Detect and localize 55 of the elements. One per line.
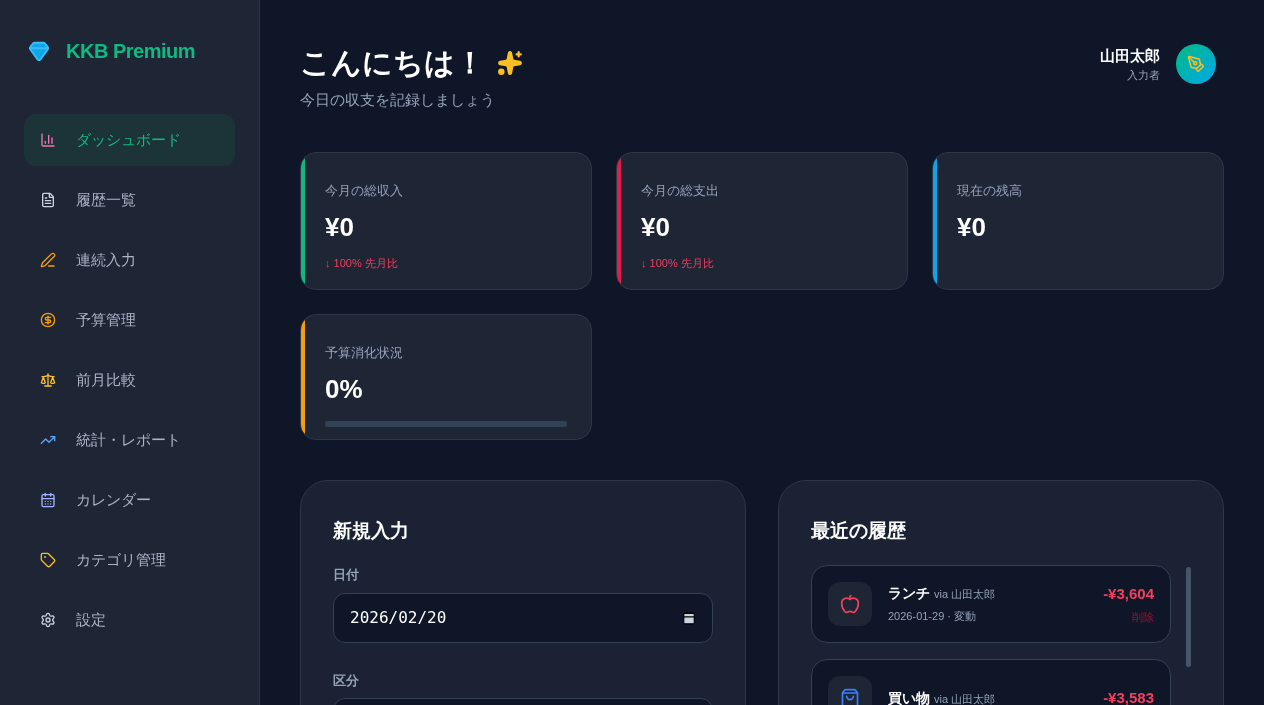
sidebar-item[interactable]: 前月比較 (24, 354, 235, 406)
entry-meta: 2026-01-29 · 変動 (888, 609, 978, 625)
settings-icon (40, 612, 56, 628)
greeting-subtitle: 今日の収支を記録しましょう (300, 90, 496, 110)
sidebar-item[interactable]: 統計・レポート (24, 414, 235, 466)
sidebar-item[interactable]: 連続入力 (24, 234, 235, 286)
sidebar-item[interactable]: カレンダー (24, 474, 235, 526)
pen-icon (1187, 55, 1205, 73)
sidebar-item[interactable]: 予算管理 (24, 294, 235, 346)
history-row[interactable]: ランチ via 山田太郎 2026-01-29 · 変動 -¥3,604 削除 (811, 565, 1171, 643)
document-icon (40, 192, 56, 208)
bar-chart-icon (40, 132, 56, 148)
apple-icon (840, 594, 860, 614)
entry-author: via 山田太郎 (934, 691, 996, 705)
stat-label: 予算消化状況 (325, 343, 404, 362)
date-field[interactable]: 2026/02/20 (333, 592, 713, 643)
greeting-title: こんにちは！ (300, 45, 485, 81)
calendar-icon (40, 492, 56, 508)
user-role: 入力者 (1127, 68, 1160, 83)
sidebar-item[interactable]: カテゴリ管理 (24, 534, 235, 586)
brand-name: KKB Premium (66, 39, 195, 64)
trend-text: ↓ 100% 先月比 (325, 256, 399, 271)
stat-value: ¥0 (957, 211, 987, 244)
entry-name: 買い物 (888, 688, 930, 705)
sidebar-item[interactable]: 履歴一覧 (24, 174, 235, 226)
field-label: 区分 (333, 671, 360, 690)
shopping-bag-icon (840, 688, 860, 705)
stat-value: ¥0 (325, 211, 355, 244)
trend-text: ↓ 100% 先月比 (641, 256, 715, 271)
panel-title: 最近の履歴 (811, 518, 907, 543)
sidebar-item[interactable]: ダッシュボード (24, 114, 235, 166)
entry-name: ランチ (888, 584, 930, 604)
entry-amount: -¥3,604 (1103, 583, 1154, 604)
pen-icon (40, 252, 56, 268)
calendar-icon[interactable] (682, 610, 696, 625)
tag-icon (40, 552, 56, 568)
stat-label: 今月の総収入 (325, 181, 404, 200)
entry-author: via 山田太郎 (934, 587, 996, 603)
sidebar-item[interactable]: 設定 (24, 594, 235, 646)
diamond-icon (28, 40, 50, 62)
sparkles-icon (497, 49, 523, 76)
user-name: 山田太郎 (1100, 45, 1160, 66)
money-icon (40, 312, 56, 328)
stat-value: ¥0 (641, 211, 671, 244)
stat-value: 0% (325, 373, 364, 406)
scale-icon (40, 372, 56, 388)
stat-label: 今月の総支出 (641, 181, 720, 200)
stat-label: 現在の残高 (957, 181, 1023, 200)
user-avatar[interactable] (1176, 44, 1216, 84)
panel-title: 新規入力 (333, 518, 410, 543)
field-label: 日付 (333, 566, 360, 584)
scrollbar-thumb[interactable] (1186, 566, 1191, 667)
field-value: 2026/02/20 (350, 606, 447, 629)
entry-amount: -¥3,583 (1103, 687, 1154, 705)
history-row[interactable]: 買い物 via 山田太郎 -¥3,583 (811, 659, 1171, 705)
